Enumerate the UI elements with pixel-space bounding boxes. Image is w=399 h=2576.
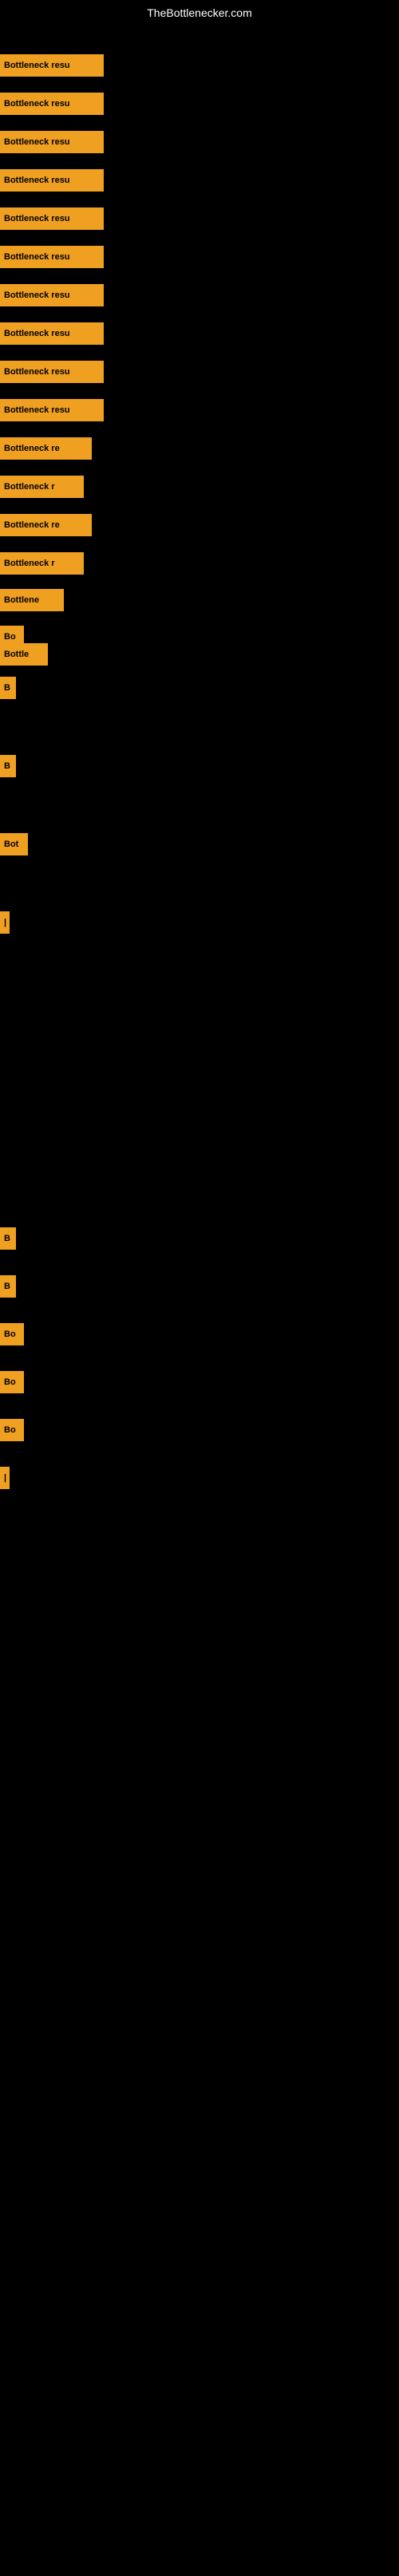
bottleneck-result-item[interactable]: Bottleneck resu — [0, 322, 104, 345]
bottleneck-result-item[interactable]: Bottlene — [0, 589, 64, 611]
bottleneck-result-item[interactable]: B — [0, 677, 16, 699]
bottleneck-result-item[interactable]: Bottleneck resu — [0, 93, 104, 115]
bottleneck-result-item[interactable]: Bottleneck resu — [0, 399, 104, 421]
bottleneck-result-item[interactable]: Bottleneck resu — [0, 131, 104, 153]
bottleneck-result-item[interactable]: Bottleneck resu — [0, 169, 104, 192]
bottleneck-result-item[interactable]: Bottleneck resu — [0, 361, 104, 383]
bottleneck-result-item[interactable]: Bo — [0, 1419, 24, 1441]
bottleneck-result-item[interactable]: Bottleneck resu — [0, 246, 104, 268]
bottleneck-result-item[interactable]: Bot — [0, 833, 28, 855]
bottleneck-result-item[interactable]: Bo — [0, 1323, 24, 1345]
bottleneck-result-item[interactable]: Bottle — [0, 643, 48, 666]
bottleneck-result-item[interactable]: Bottleneck resu — [0, 207, 104, 230]
bottleneck-result-item[interactable]: Bottleneck resu — [0, 54, 104, 77]
bottleneck-result-item[interactable]: B — [0, 755, 16, 777]
bottleneck-result-item[interactable]: | — [0, 1467, 10, 1489]
bottleneck-result-item[interactable]: Bottleneck resu — [0, 284, 104, 306]
site-title: TheBottlenecker.com — [0, 0, 399, 22]
bottleneck-result-item[interactable]: B — [0, 1275, 16, 1298]
bottleneck-result-item[interactable]: | — [0, 911, 10, 934]
bottleneck-result-item[interactable]: Bottleneck re — [0, 514, 92, 536]
bottleneck-result-item[interactable]: Bo — [0, 1371, 24, 1393]
bottleneck-result-item[interactable]: B — [0, 1227, 16, 1250]
bottleneck-result-item[interactable]: Bottleneck r — [0, 476, 84, 498]
bottleneck-result-item[interactable]: Bottleneck r — [0, 552, 84, 575]
bottleneck-result-item[interactable]: Bottleneck re — [0, 437, 92, 460]
